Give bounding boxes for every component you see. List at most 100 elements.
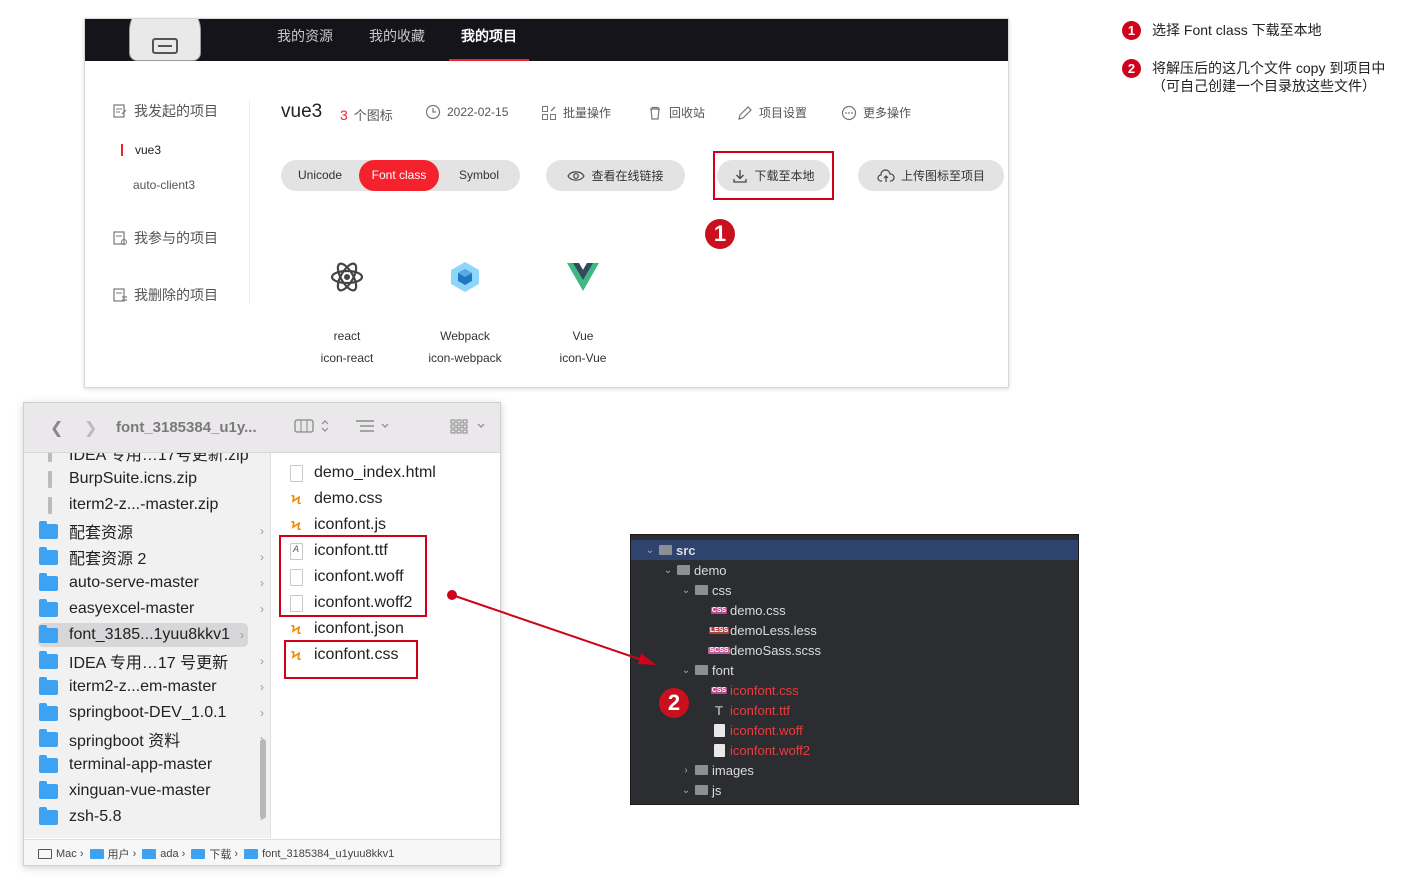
project-settings-button[interactable]: 项目设置 — [737, 104, 807, 121]
file-label: springboot-DEV_1.0.1 — [69, 704, 227, 721]
sidebar-item-auto-client3[interactable]: auto-client3 — [133, 178, 195, 192]
file-icon — [713, 723, 725, 737]
sidebar-heading-deleted[interactable]: 我删除的项目 — [112, 285, 218, 305]
downloads-folder-icon — [191, 848, 206, 859]
upload-icons-button[interactable]: 上传图标至项目 — [858, 160, 1004, 191]
tree-item[interactable]: iconfont.woff2 — [631, 740, 1078, 760]
batch-operation-label: 批量操作 — [563, 106, 612, 120]
chevron-right-icon[interactable]: › — [679, 765, 693, 776]
tree-item[interactable]: › images — [631, 760, 1078, 780]
css-file-icon: CSS — [710, 606, 728, 614]
tree-label: demoSass.scss — [730, 642, 822, 658]
path-font-folder[interactable]: font_3185384_u1yuu8kkv1 — [244, 848, 394, 860]
tab-unicode[interactable]: Unicode — [281, 160, 359, 191]
file-row[interactable]: demo_index.html — [288, 461, 436, 485]
chevron-down-icon[interactable]: ⌄ — [643, 545, 657, 556]
nav-my-resources[interactable]: 我的资源 — [265, 19, 345, 61]
sidebar-item[interactable]: font_3185...1yuu8kkv1 › — [38, 623, 248, 647]
tree-item[interactable]: LESS demoLess.less — [631, 620, 1078, 640]
chevron-down-icon[interactable]: ⌄ — [661, 565, 675, 576]
path-downloads[interactable]: 下载 › — [191, 846, 238, 862]
file-label: IDEA 专用…17号更新.zip — [69, 453, 249, 464]
sidebar-item[interactable]: springboot 资料› — [38, 727, 268, 751]
highlight-css-file-box — [284, 640, 418, 679]
folder-icon — [694, 765, 708, 775]
tree-item[interactable]: ⌄ css — [631, 580, 1078, 600]
sidebar-item[interactable]: easyexcel-master › — [38, 597, 268, 621]
forward-arrow-icon[interactable]: ❯ — [84, 418, 97, 438]
finder-window: ❮ ❯ font_3185384_u1y... IDEA 专用…17号更新.zi… — [23, 402, 501, 866]
back-arrow-icon[interactable]: ❮ — [50, 418, 63, 438]
tree-item[interactable]: iconfont.woff — [631, 720, 1078, 740]
tree-item[interactable]: CSS iconfont.css — [631, 680, 1078, 700]
sidebar-heading-joined[interactable]: 我参与的项目 — [112, 228, 218, 248]
path-mac[interactable]: Mac › — [38, 848, 84, 860]
sublime-file-icon: Ϟ — [291, 517, 301, 533]
trash-button[interactable]: 回收站 — [647, 104, 705, 121]
tree-item[interactable]: Ticonfont.ttf — [631, 700, 1078, 720]
nav-my-favorites[interactable]: 我的收藏 — [357, 19, 437, 61]
batch-operation-button[interactable]: 批量操作 — [541, 104, 611, 121]
tab-symbol[interactable]: Symbol — [439, 160, 519, 191]
path-label: font_3185384_u1yuu8kkv1 — [262, 847, 395, 860]
sidebar-item[interactable]: BurpSuite.icns.zip — [38, 467, 268, 491]
sidebar-item[interactable]: IDEA 专用…17 号更新 › — [38, 649, 268, 673]
view-online-link-button[interactable]: 查看在线链接 — [546, 160, 685, 191]
note-text: 将解压后的这几个文件 copy 到项目中（可自己创建一个目录放这些文件） — [1152, 60, 1386, 94]
file-label: demo.css — [314, 490, 383, 507]
grid-view-icon[interactable] — [450, 418, 490, 439]
file-row[interactable]: Ϟdemo.css — [288, 487, 382, 511]
sidebar-item[interactable]: springboot-DEV_1.0.1 › — [38, 701, 268, 725]
chevron-down-icon[interactable]: ⌄ — [679, 665, 693, 676]
path-label: 用户 — [107, 848, 130, 861]
tab-font-class[interactable]: Font class — [359, 160, 439, 191]
sidebar-item[interactable]: xinguan-vue-master› — [38, 779, 268, 803]
chevron-down-icon[interactable]: ⌄ — [679, 585, 693, 596]
chevron-right-icon: › — [240, 628, 244, 642]
sidebar-heading-created-label: 我发起的项目 — [134, 103, 218, 119]
nav-my-projects[interactable]: 我的项目 — [449, 19, 529, 61]
sidebar-item-vue3[interactable]: vue3 — [121, 144, 161, 156]
tree-item[interactable]: SCSS demoSass.scss — [631, 640, 1078, 660]
tree-label: src — [676, 542, 696, 558]
file-label: demo_index.html — [314, 464, 436, 481]
sidebar-item[interactable]: auto-serve-master › — [38, 571, 268, 595]
file-row[interactable]: Ϟiconfont.json — [288, 617, 404, 641]
path-ada[interactable]: ada › — [142, 848, 185, 860]
tree-item[interactable]: ⌄ src — [631, 540, 1078, 560]
tree-item[interactable]: ⌄ font — [631, 660, 1078, 680]
chevron-down-icon[interactable]: ⌄ — [679, 785, 693, 796]
sidebar-item[interactable]: 配套资源 › — [38, 519, 268, 543]
sidebar-item[interactable]: 配套资源 2 › — [38, 545, 268, 569]
note-badge: 1 — [1122, 21, 1141, 40]
file-row[interactable]: Ϟiconfont.js — [288, 513, 386, 537]
icon-card-vue[interactable]: Vue icon-Vue — [528, 257, 638, 365]
path-users[interactable]: 用户 › — [89, 846, 136, 862]
sidebar-item[interactable]: iterm2-z...em-master › — [38, 675, 268, 699]
finder-toolbar: ❮ ❯ font_3185384_u1y... — [24, 403, 500, 453]
tree-item[interactable]: CSS demo.css — [631, 600, 1078, 620]
project-join-icon — [113, 231, 127, 245]
note-badge: 2 — [1122, 59, 1141, 78]
column-view-icon[interactable] — [294, 418, 332, 439]
file-label: iterm2-z...-master.zip — [69, 496, 219, 513]
sidebar-item[interactable]: iterm2-z...-master.zip — [38, 493, 268, 517]
sidebar-item[interactable]: zsh-5.8› — [38, 805, 268, 829]
folder-icon — [694, 785, 708, 795]
sidebar-item[interactable]: terminal-app-master› — [38, 753, 268, 777]
more-operations-button[interactable]: 更多操作 — [841, 104, 911, 121]
iconfont-window: 我的资源 我的收藏 我的项目 我发起的项目 vue3 auto-client3 … — [84, 18, 1009, 388]
sidebar-scrollbar[interactable] — [260, 739, 266, 819]
file-label: IDEA 专用…17 号更新 — [69, 655, 229, 672]
tree-item[interactable]: ⌄ js — [631, 780, 1078, 800]
tree-item[interactable]: ⌄ demo — [631, 560, 1078, 580]
sidebar-row-partial[interactable]: IDEA 专用…17号更新.zip — [38, 453, 268, 465]
icon-card-react[interactable]: react icon-react — [292, 257, 402, 365]
icon-card-webpack[interactable]: Webpack icon-webpack — [410, 257, 520, 365]
folder-icon — [89, 848, 104, 859]
sidebar-heading-created[interactable]: 我发起的项目 — [112, 101, 218, 121]
group-list-icon[interactable] — [354, 418, 394, 439]
folder-icon — [38, 780, 58, 799]
file-label: BurpSuite.icns.zip — [69, 470, 198, 487]
chevron-right-icon: › — [260, 706, 264, 720]
